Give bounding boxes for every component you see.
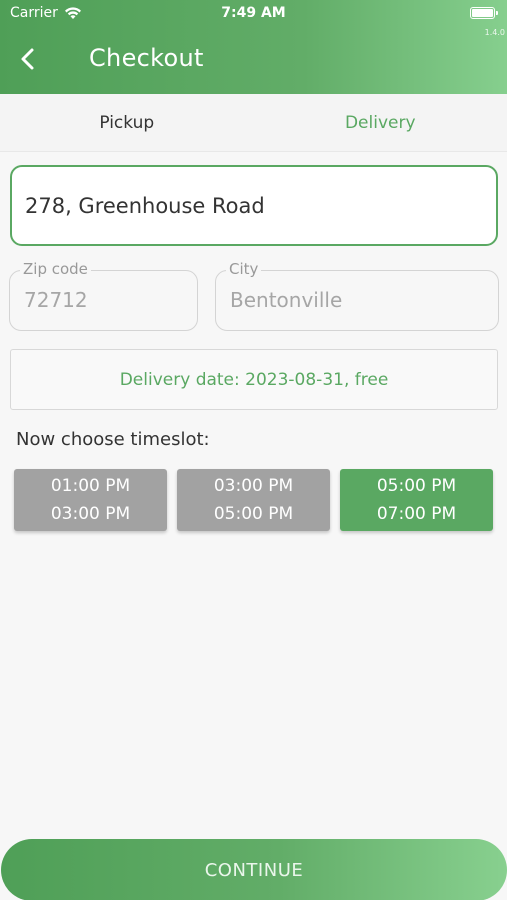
timeslot-heading: Now choose timeslot: xyxy=(16,429,210,450)
back-button[interactable] xyxy=(16,46,42,72)
city-value: Bentonville xyxy=(230,288,343,312)
status-bar: Carrier 7:49 AM xyxy=(0,0,507,28)
version-label: 1.4.0 xyxy=(484,28,505,37)
city-field[interactable]: City Bentonville xyxy=(215,260,499,331)
zip-code-field[interactable]: Zip code 72712 xyxy=(9,260,198,331)
timeslot-start: 03:00 PM xyxy=(213,476,294,496)
tab-pickup[interactable]: Pickup xyxy=(0,94,254,151)
tab-delivery[interactable]: Delivery xyxy=(254,94,507,151)
timeslot-end: 03:00 PM xyxy=(50,504,131,524)
timeslot-option-selected[interactable]: 05:00 PM 07:00 PM xyxy=(340,469,493,531)
delivery-date-info[interactable]: Delivery date: 2023-08-31, free xyxy=(10,349,498,410)
timeslot-option[interactable]: 01:00 PM 03:00 PM xyxy=(14,469,167,531)
zip-code-value: 72712 xyxy=(24,288,88,312)
status-time: 7:49 AM xyxy=(221,5,286,21)
zip-code-label: Zip code xyxy=(20,260,91,278)
continue-button[interactable]: CONTINUE xyxy=(1,839,507,900)
timeslot-option[interactable]: 03:00 PM 05:00 PM xyxy=(177,469,330,531)
page-title: Checkout xyxy=(89,44,204,72)
battery-icon xyxy=(470,7,498,19)
fulfillment-tabs: Pickup Delivery xyxy=(0,94,507,152)
timeslot-start: 01:00 PM xyxy=(50,476,131,496)
address-field[interactable]: 278, Greenhouse Road xyxy=(10,165,498,246)
timeslot-end: 05:00 PM xyxy=(213,504,294,524)
timeslot-end: 07:00 PM xyxy=(376,504,457,524)
city-label: City xyxy=(226,260,262,278)
timeslot-start: 05:00 PM xyxy=(376,476,457,496)
app-header: Carrier 7:49 AM 1.4.0 Checkout xyxy=(0,0,507,94)
